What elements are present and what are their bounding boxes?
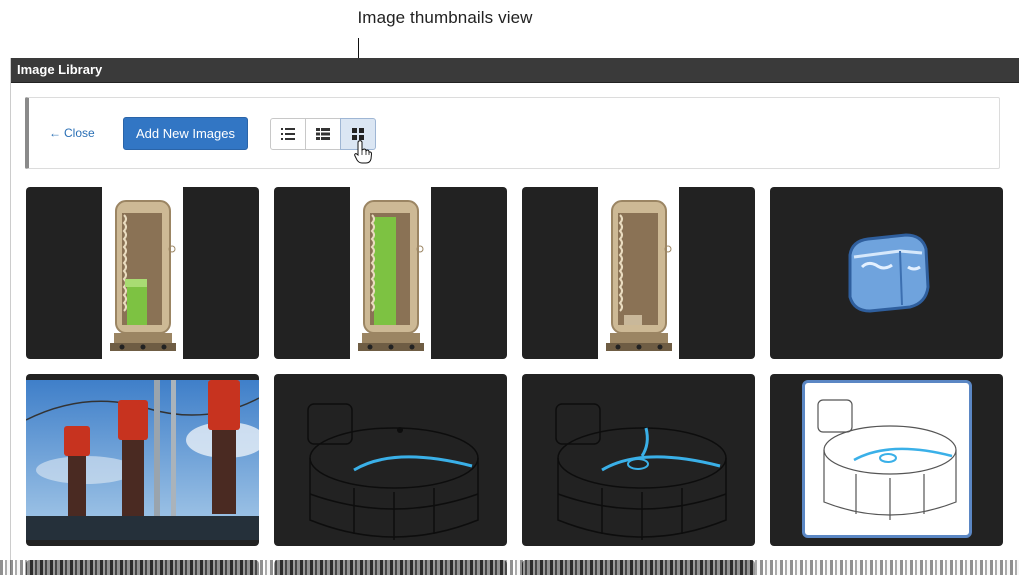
window-title: Image Library [11,58,1019,83]
thumb-reservoir-filling[interactable] [522,374,755,546]
list-icon [281,128,295,140]
annotation-caption: Image thumbnails view [357,8,533,27]
insulator-photo-icon [26,380,259,540]
toolbar: ← Close Add New Images [25,97,1000,169]
thumb-reservoir-framed[interactable] [770,374,1003,546]
hand-cursor-icon [354,140,372,164]
thumb-power-insulators[interactable] [26,374,259,546]
reservoir-outline-icon [307,403,479,540]
reservoir-filling-icon [555,403,727,540]
add-new-images-button[interactable]: Add New Images [123,117,248,150]
grid-icon [352,128,364,140]
tank-full-icon [358,200,424,351]
arrow-left-icon: ← [49,126,61,140]
close-label: Close [64,126,95,140]
tank-low-icon [110,200,176,351]
detail-list-view-button[interactable] [305,118,341,150]
reservoir-framed-icon [817,399,957,520]
thumb-tank-low-level[interactable] [26,187,259,359]
thumb-tank-empty[interactable] [522,187,755,359]
list-view-button[interactable] [270,118,306,150]
ice-cube-icon [848,233,930,313]
scan-artifact-strip [0,560,1019,575]
thumb-reservoir-outline[interactable] [274,374,507,546]
close-link[interactable]: ← Close [49,126,95,140]
thumb-tank-full-level[interactable] [274,187,507,359]
tank-empty-icon [606,200,672,351]
image-library-window: Image Library ← Close Add New Images [10,58,1019,575]
detail-list-icon [316,128,330,140]
thumb-ice-cube[interactable] [770,187,1003,359]
